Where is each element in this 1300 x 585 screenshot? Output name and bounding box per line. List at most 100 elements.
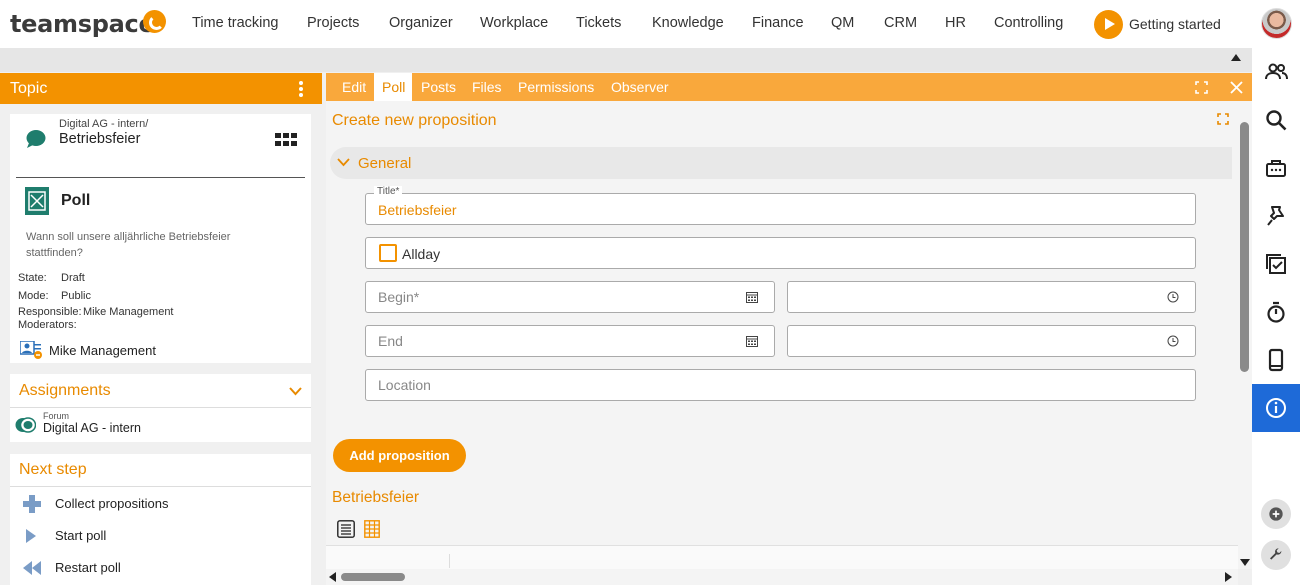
moderator-name[interactable]: Mike Management [49, 343, 156, 358]
poll-title: Betriebsfeier [332, 489, 420, 506]
title-field[interactable]: Title* Betriebsfeier [365, 186, 1196, 225]
responsible-label: Responsible: [18, 306, 82, 318]
fullscreen-icon[interactable] [1195, 81, 1208, 94]
location-field[interactable]: Location [365, 369, 1196, 401]
collapse-up-icon[interactable] [1231, 54, 1241, 61]
app-logo[interactable]: teamspace [10, 10, 155, 38]
mode-value: Public [61, 290, 91, 302]
search-icon[interactable] [1252, 96, 1300, 144]
stopwatch-icon[interactable] [1252, 288, 1300, 336]
divider [449, 554, 450, 568]
next-step-title: Next step [19, 461, 87, 478]
scroll-down-icon[interactable] [1240, 559, 1250, 566]
nav-knowledge[interactable]: Knowledge [652, 15, 724, 31]
top-navigation: teamspace Time tracking Projects Organiz… [0, 0, 1300, 48]
list-view-icon[interactable] [337, 520, 355, 538]
divider [16, 177, 305, 178]
assignment-name[interactable]: Digital AG - intern [43, 421, 141, 435]
tab-edit[interactable]: Edit [342, 79, 366, 95]
expand-icon[interactable] [1217, 113, 1229, 125]
tasks-icon[interactable] [1252, 240, 1300, 288]
info-icon[interactable] [1252, 384, 1300, 432]
tab-poll[interactable]: Poll [374, 73, 412, 101]
general-section-header[interactable]: General [330, 147, 1232, 179]
nav-hr[interactable]: HR [945, 15, 966, 31]
calendar-icon[interactable] [746, 291, 758, 303]
people-icon[interactable] [1252, 48, 1300, 96]
getting-started-link[interactable]: Getting started [1129, 16, 1221, 32]
clock-icon[interactable] [1167, 291, 1179, 303]
topic-name: Betriebsfeier [59, 131, 141, 147]
allday-checkbox[interactable] [379, 244, 397, 262]
divider [10, 407, 311, 408]
chevron-down-icon[interactable] [289, 387, 302, 396]
nav-qm[interactable]: QM [831, 15, 854, 31]
end-date-field[interactable]: End [365, 325, 775, 357]
nav-organizer[interactable]: Organizer [389, 15, 453, 31]
chevron-down-icon [337, 158, 350, 167]
nav-crm[interactable]: CRM [884, 15, 917, 31]
chat-icon [26, 130, 46, 148]
form-heading: Create new proposition [332, 112, 497, 129]
poll-icon [25, 187, 49, 215]
pin-icon[interactable] [1252, 192, 1300, 240]
nav-tickets[interactable]: Tickets [576, 15, 621, 31]
forum-icon [15, 417, 36, 433]
scroll-left-icon[interactable] [329, 572, 336, 582]
nav-workplace[interactable]: Workplace [480, 15, 548, 31]
contact-card-icon [20, 341, 42, 359]
step-start-poll[interactable]: Start poll [55, 528, 106, 543]
add-circle-icon[interactable] [1261, 499, 1291, 529]
topic-type: Poll [61, 192, 91, 209]
begin-time-field[interactable] [787, 281, 1196, 313]
vertical-scrollbar-thumb[interactable] [1240, 122, 1249, 372]
end-placeholder: End [378, 333, 403, 349]
table-view-icon[interactable] [364, 520, 380, 538]
allday-field: Allday [365, 237, 1196, 269]
inbox-icon[interactable] [1252, 144, 1300, 192]
divider [10, 486, 311, 487]
grid-menu-icon[interactable] [275, 133, 298, 147]
table-area [326, 545, 1238, 569]
tab-permissions[interactable]: Permissions [518, 79, 594, 95]
play-icon[interactable] [1094, 10, 1123, 39]
main-content: Create new proposition General [326, 101, 1238, 545]
clock-icon[interactable] [1167, 335, 1179, 347]
calendar-icon[interactable] [746, 335, 758, 347]
nav-projects[interactable]: Projects [307, 15, 359, 31]
nav-time-tracking[interactable]: Time tracking [192, 15, 278, 31]
location-placeholder: Location [378, 377, 431, 393]
plus-icon [23, 495, 41, 513]
nav-finance[interactable]: Finance [752, 15, 804, 31]
general-section-title: General [358, 155, 412, 172]
step-restart-poll[interactable]: Restart poll [55, 560, 121, 575]
add-proposition-button[interactable]: Add proposition [333, 439, 466, 472]
detail-tabs: Edit Posts Files Permissions Observer [326, 73, 1252, 101]
begin-date-field[interactable]: Begin* [365, 281, 775, 313]
toolbar-strip [0, 48, 1252, 72]
assignment-type: Forum [43, 411, 70, 421]
assignments-title: Assignments [19, 382, 111, 399]
close-icon[interactable] [1230, 81, 1243, 94]
step-collect-propositions[interactable]: Collect propositions [55, 496, 168, 511]
moderators-label: Moderators: [18, 319, 77, 331]
next-step-card: Next step Collect propositions Start pol… [10, 454, 311, 585]
wrench-icon[interactable] [1261, 540, 1291, 570]
horizontal-scrollbar-thumb[interactable] [341, 573, 405, 581]
scroll-right-icon[interactable] [1225, 572, 1232, 582]
title-field-value: Betriebsfeier [378, 202, 457, 218]
title-field-label: Title* [374, 186, 403, 197]
tab-observer[interactable]: Observer [611, 79, 669, 95]
end-time-field[interactable] [787, 325, 1196, 357]
nav-controlling[interactable]: Controlling [994, 15, 1063, 31]
mobile-icon[interactable] [1252, 336, 1300, 384]
horizontal-scrollbar[interactable] [326, 569, 1238, 585]
user-avatar[interactable] [1261, 8, 1292, 39]
logo-icon [143, 10, 166, 33]
topic-path[interactable]: Digital AG - intern/ [59, 118, 148, 130]
more-vert-icon[interactable] [298, 81, 304, 98]
allday-label: Allday [402, 246, 441, 262]
tab-files[interactable]: Files [472, 79, 502, 95]
state-label: State: [18, 272, 47, 284]
tab-posts[interactable]: Posts [421, 79, 456, 95]
